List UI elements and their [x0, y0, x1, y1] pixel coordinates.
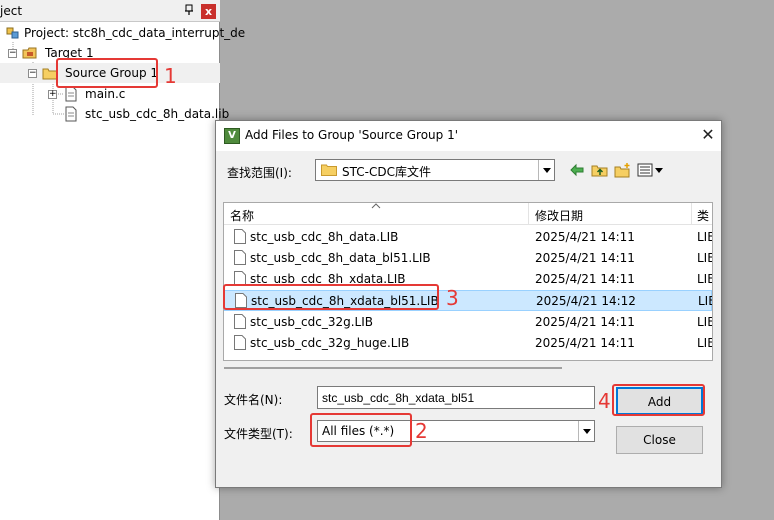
panel-title: ject	[0, 4, 23, 18]
column-separator[interactable]	[528, 203, 529, 225]
horizontal-scrollbar[interactable]	[224, 367, 562, 369]
file-row[interactable]: stc_usb_cdc_32g_huge.LIB 2025/4/21 14:11…	[224, 333, 712, 354]
sort-arrow-icon	[371, 203, 381, 209]
chevron-down-icon[interactable]	[538, 160, 554, 180]
dialog-title: Add Files to Group 'Source Group 1'	[245, 128, 459, 142]
target-icon	[22, 47, 37, 59]
dialog-titlebar[interactable]: V Add Files to Group 'Source Group 1' ✕	[216, 121, 721, 151]
file-icon	[234, 250, 246, 265]
file-name: stc_usb_cdc_8h_data.LIB	[250, 230, 399, 244]
filename-label: 文件名(N):	[224, 393, 283, 407]
file-type: LIB	[697, 251, 712, 265]
chevron-down-icon[interactable]	[578, 421, 594, 441]
file-row[interactable]: stc_usb_cdc_32g.LIB 2025/4/21 14:11 LIB	[224, 312, 712, 333]
annotation-number-1: 1	[164, 64, 177, 88]
file-type: LIB	[697, 272, 712, 286]
expand-icon[interactable]: +	[48, 90, 57, 99]
file-name: stc_usb_cdc_32g.LIB	[250, 315, 373, 329]
tree-item-label: Project: stc8h_cdc_data_interrupt_de	[24, 26, 246, 40]
file-icon	[234, 229, 246, 244]
collapse-icon[interactable]: −	[8, 49, 17, 58]
panel-close-button[interactable]: x	[201, 4, 216, 19]
tree-item-label: stc_usb_cdc_8h_data.lib	[85, 107, 230, 121]
annotation-box-4	[612, 384, 705, 416]
file-row[interactable]: stc_usb_cdc_8h_data_bl51.LIB 2025/4/21 1…	[224, 248, 712, 269]
view-menu-icon[interactable]	[637, 162, 667, 178]
file-icon	[234, 335, 246, 350]
new-folder-icon[interactable]	[614, 162, 632, 178]
folder-icon	[321, 164, 337, 176]
annotation-box-1	[56, 58, 158, 88]
look-in-combo[interactable]: STC-CDC库文件	[315, 159, 555, 181]
filetype-label: 文件类型(T):	[224, 427, 293, 441]
file-list[interactable]: 名称 修改日期 类 stc_usb_cdc_8h_data.LIB 2025/4…	[223, 202, 713, 361]
app-icon: V	[224, 128, 240, 144]
list-header: 名称 修改日期 类	[224, 203, 712, 225]
column-header-name[interactable]: 名称	[230, 207, 254, 224]
file-row[interactable]: stc_usb_cdc_8h_data.LIB 2025/4/21 14:11 …	[224, 227, 712, 248]
file-date: 2025/4/21 14:12	[536, 294, 636, 308]
file-date: 2025/4/21 14:11	[535, 251, 635, 265]
file-date: 2025/4/21 14:11	[535, 315, 635, 329]
column-separator[interactable]	[691, 203, 692, 225]
close-icon[interactable]: ✕	[698, 125, 718, 145]
collapse-icon[interactable]: −	[28, 69, 37, 78]
file-icon	[65, 106, 77, 122]
pin-icon[interactable]	[183, 4, 195, 16]
file-type: LIB	[698, 294, 712, 308]
file-name: stc_usb_cdc_8h_data_bl51.LIB	[250, 251, 431, 265]
file-date: 2025/4/21 14:11	[535, 230, 635, 244]
filename-input[interactable]	[317, 386, 595, 409]
file-icon	[234, 314, 246, 329]
column-header-type[interactable]: 类	[697, 207, 709, 224]
file-date: 2025/4/21 14:11	[535, 272, 635, 286]
file-type: LIB	[697, 230, 712, 244]
look-in-label: 查找范围(I):	[227, 166, 292, 180]
annotation-number-3: 3	[446, 286, 459, 310]
column-header-date[interactable]: 修改日期	[535, 207, 583, 224]
panel-header: ject x	[0, 0, 220, 22]
tree-item-lib[interactable]: stc_usb_cdc_8h_data.lib	[0, 104, 229, 124]
file-type: LIB	[697, 336, 712, 350]
project-icon	[6, 27, 19, 39]
annotation-box-2	[310, 413, 412, 447]
annotation-box-3	[223, 284, 439, 310]
annotation-number-2: 2	[415, 419, 428, 443]
file-type: LIB	[697, 315, 712, 329]
file-date: 2025/4/21 14:11	[535, 336, 635, 350]
close-button[interactable]: Close	[616, 426, 703, 454]
tree-item-project[interactable]: Project: stc8h_cdc_data_interrupt_de	[0, 23, 245, 43]
up-folder-icon[interactable]	[591, 162, 609, 178]
look-in-value: STC-CDC库文件	[342, 165, 431, 179]
file-name: stc_usb_cdc_32g_huge.LIB	[250, 336, 410, 350]
file-icon	[65, 86, 77, 102]
back-icon[interactable]	[568, 162, 586, 178]
annotation-number-4: 4	[598, 389, 611, 413]
